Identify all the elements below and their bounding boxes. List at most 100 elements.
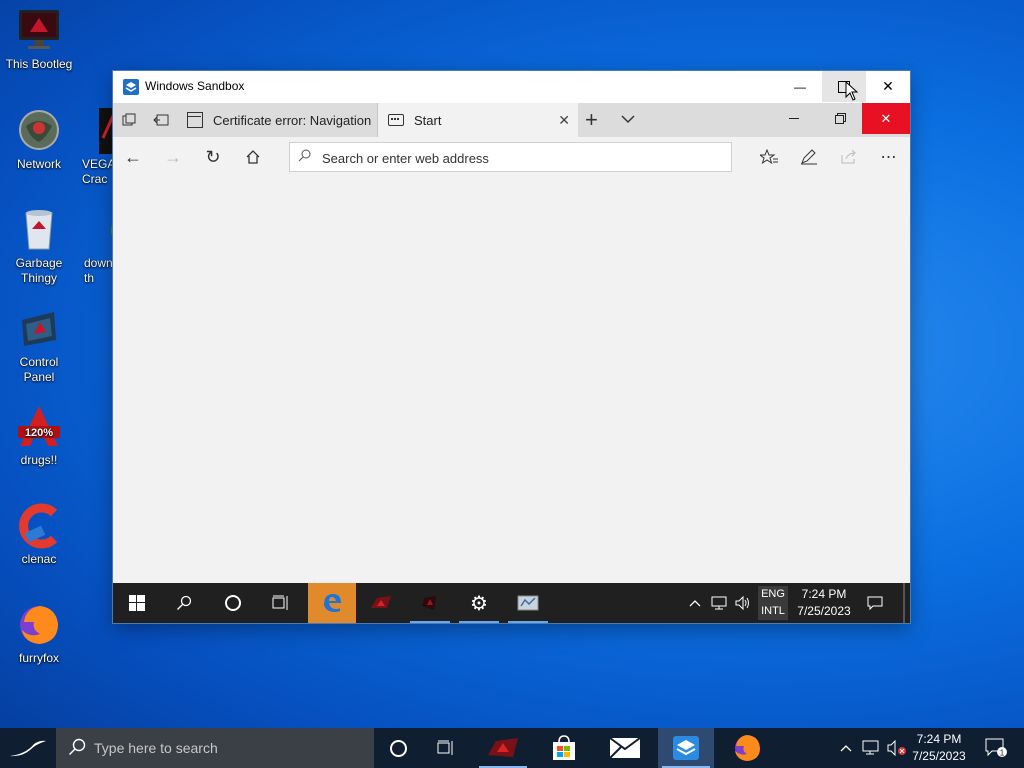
sandbox-clock[interactable]: 7:24 PM 7/25/2023	[793, 586, 855, 620]
favorites-button[interactable]	[759, 147, 779, 167]
restore-icon	[834, 112, 846, 124]
task-view-icon	[437, 740, 453, 755]
sandbox-language-indicator[interactable]: ENG INTL	[758, 586, 788, 620]
notes-button[interactable]	[799, 147, 819, 167]
desktop-icon-vega[interactable]: VEGA Crac	[78, 108, 118, 187]
edge-minimize-button[interactable]	[774, 103, 814, 133]
minimize-icon: —	[794, 79, 806, 94]
tab-close-icon[interactable]: ✕	[558, 112, 570, 129]
clock[interactable]: 7:24 PM 7/25/2023	[908, 731, 970, 765]
sandbox-logo-icon	[673, 736, 699, 760]
sandbox-title-bar[interactable]: Windows Sandbox — ✕	[113, 71, 910, 103]
taskbar-app-sandbox[interactable]	[658, 728, 714, 768]
sandbox-start-button[interactable]	[113, 583, 161, 623]
desktop-icon-download[interactable]: down th	[78, 207, 118, 286]
sandbox-task-view-button[interactable]	[257, 583, 305, 623]
sandbox-cortana-button[interactable]	[209, 583, 257, 623]
sandbox-search-button[interactable]	[161, 583, 207, 623]
desktop-icon-label: furryfox	[18, 651, 59, 665]
firefox-icon	[735, 735, 760, 761]
windows-logo-icon	[129, 595, 145, 611]
control-panel-icon	[517, 595, 539, 611]
set-tabs-aside-button[interactable]	[151, 110, 171, 130]
task-view-icon	[272, 595, 288, 610]
edge-logo-icon	[324, 594, 341, 612]
rog-app-icon	[488, 738, 518, 757]
taskbar-app-store[interactable]	[536, 728, 592, 768]
refresh-button[interactable]: ↻	[203, 147, 223, 167]
sandbox-task-app-dark[interactable]	[406, 583, 454, 623]
taskbar-search-box[interactable]: Type here to search	[56, 728, 374, 768]
sandbox-action-center[interactable]	[855, 583, 895, 623]
taskbar-app-firefox[interactable]	[719, 728, 775, 768]
desktop-icon-this-bootleg[interactable]: This Bootleg	[0, 8, 78, 72]
tab-certificate-error[interactable]: Certificate error: Navigation	[177, 103, 378, 137]
taskbar-app-mail[interactable]	[597, 728, 653, 768]
share-icon	[841, 150, 856, 164]
sandbox-task-edge[interactable]	[308, 583, 356, 623]
recycle-bin-icon	[16, 207, 62, 253]
chevron-up-icon	[689, 600, 701, 607]
svg-text:120%: 120%	[25, 427, 53, 439]
sandbox-minimize-button[interactable]: —	[778, 71, 822, 102]
tab-preview-button[interactable]	[119, 110, 139, 130]
desktop-icon-label: Control Panel	[19, 355, 59, 384]
desktop-icon-drugs[interactable]: 120% drugs!!	[0, 404, 78, 468]
edge-page-content[interactable]	[113, 177, 910, 583]
start-page-icon	[388, 114, 404, 126]
sandbox-close-button[interactable]: ✕	[866, 71, 910, 102]
show-desktop-divider[interactable]	[903, 583, 905, 623]
sandbox-tray-volume[interactable]	[733, 583, 753, 623]
edge-browser: Certificate error: Navigation Start ✕ + …	[113, 103, 910, 583]
desktop-icon-clenac[interactable]: clenac	[0, 503, 78, 567]
svg-text:1: 1	[1000, 749, 1005, 758]
dark-app-icon	[422, 596, 436, 610]
sandbox-tray-network[interactable]	[709, 583, 729, 623]
new-tab-button[interactable]: +	[585, 107, 598, 133]
pen-icon	[801, 149, 817, 165]
close-icon: ✕	[882, 78, 894, 94]
tab-label: Certificate error: Navigation	[213, 112, 372, 128]
action-center-icon	[867, 596, 883, 610]
sandbox-task-control-panel[interactable]	[504, 583, 552, 623]
monitor-icon	[16, 8, 62, 54]
store-bag-icon	[553, 735, 575, 760]
back-button[interactable]: ←	[123, 147, 143, 167]
sandbox-tray-chevron[interactable]	[685, 583, 705, 623]
home-button[interactable]	[243, 147, 263, 167]
sandbox-task-settings[interactable]: ⚙	[455, 583, 503, 623]
mouse-cursor-icon	[845, 81, 859, 101]
address-bar[interactable]	[289, 142, 732, 172]
tray-volume-muted[interactable]	[884, 728, 910, 768]
sandbox-maximize-button[interactable]	[822, 71, 866, 102]
forward-button[interactable]: →	[163, 147, 183, 167]
tab-label: Start	[414, 112, 442, 128]
volume-icon	[735, 596, 749, 610]
tray-network[interactable]	[858, 728, 884, 768]
sandbox-task-app-red[interactable]	[357, 583, 405, 623]
desktop-icon-garbage[interactable]: Garbage Thingy	[0, 207, 78, 286]
rog-app-icon	[371, 596, 391, 608]
more-button[interactable]: ⋯	[879, 147, 899, 167]
desktop-icon-network[interactable]: Network	[0, 108, 78, 172]
firefox-icon	[16, 602, 62, 648]
cortana-circle-icon	[389, 739, 407, 757]
tab-start[interactable]: Start ✕	[378, 103, 578, 137]
edge-restore-button[interactable]	[820, 103, 860, 133]
desktop-icon-furryfox[interactable]: furryfox	[0, 602, 78, 666]
share-button[interactable]	[839, 147, 859, 167]
tab-menu-chevron-icon[interactable]	[621, 111, 635, 127]
start-button[interactable]	[0, 728, 56, 768]
action-center-button[interactable]: 1	[976, 728, 1016, 768]
notification-icon: 1	[985, 738, 1007, 758]
minimize-icon	[789, 117, 799, 119]
edge-close-button[interactable]: ✕	[862, 103, 910, 134]
taskbar-app-rog[interactable]	[475, 728, 531, 768]
forward-arrow-icon: →	[164, 146, 182, 167]
tray-chevron[interactable]	[834, 728, 858, 768]
desktop-icon-control-panel[interactable]: Control Panel	[0, 306, 78, 385]
show-desktop-button[interactable]	[1018, 728, 1024, 768]
taskbar-date: 7/25/2023	[912, 749, 966, 763]
task-view-button[interactable]	[418, 728, 474, 768]
address-input[interactable]	[320, 147, 724, 169]
